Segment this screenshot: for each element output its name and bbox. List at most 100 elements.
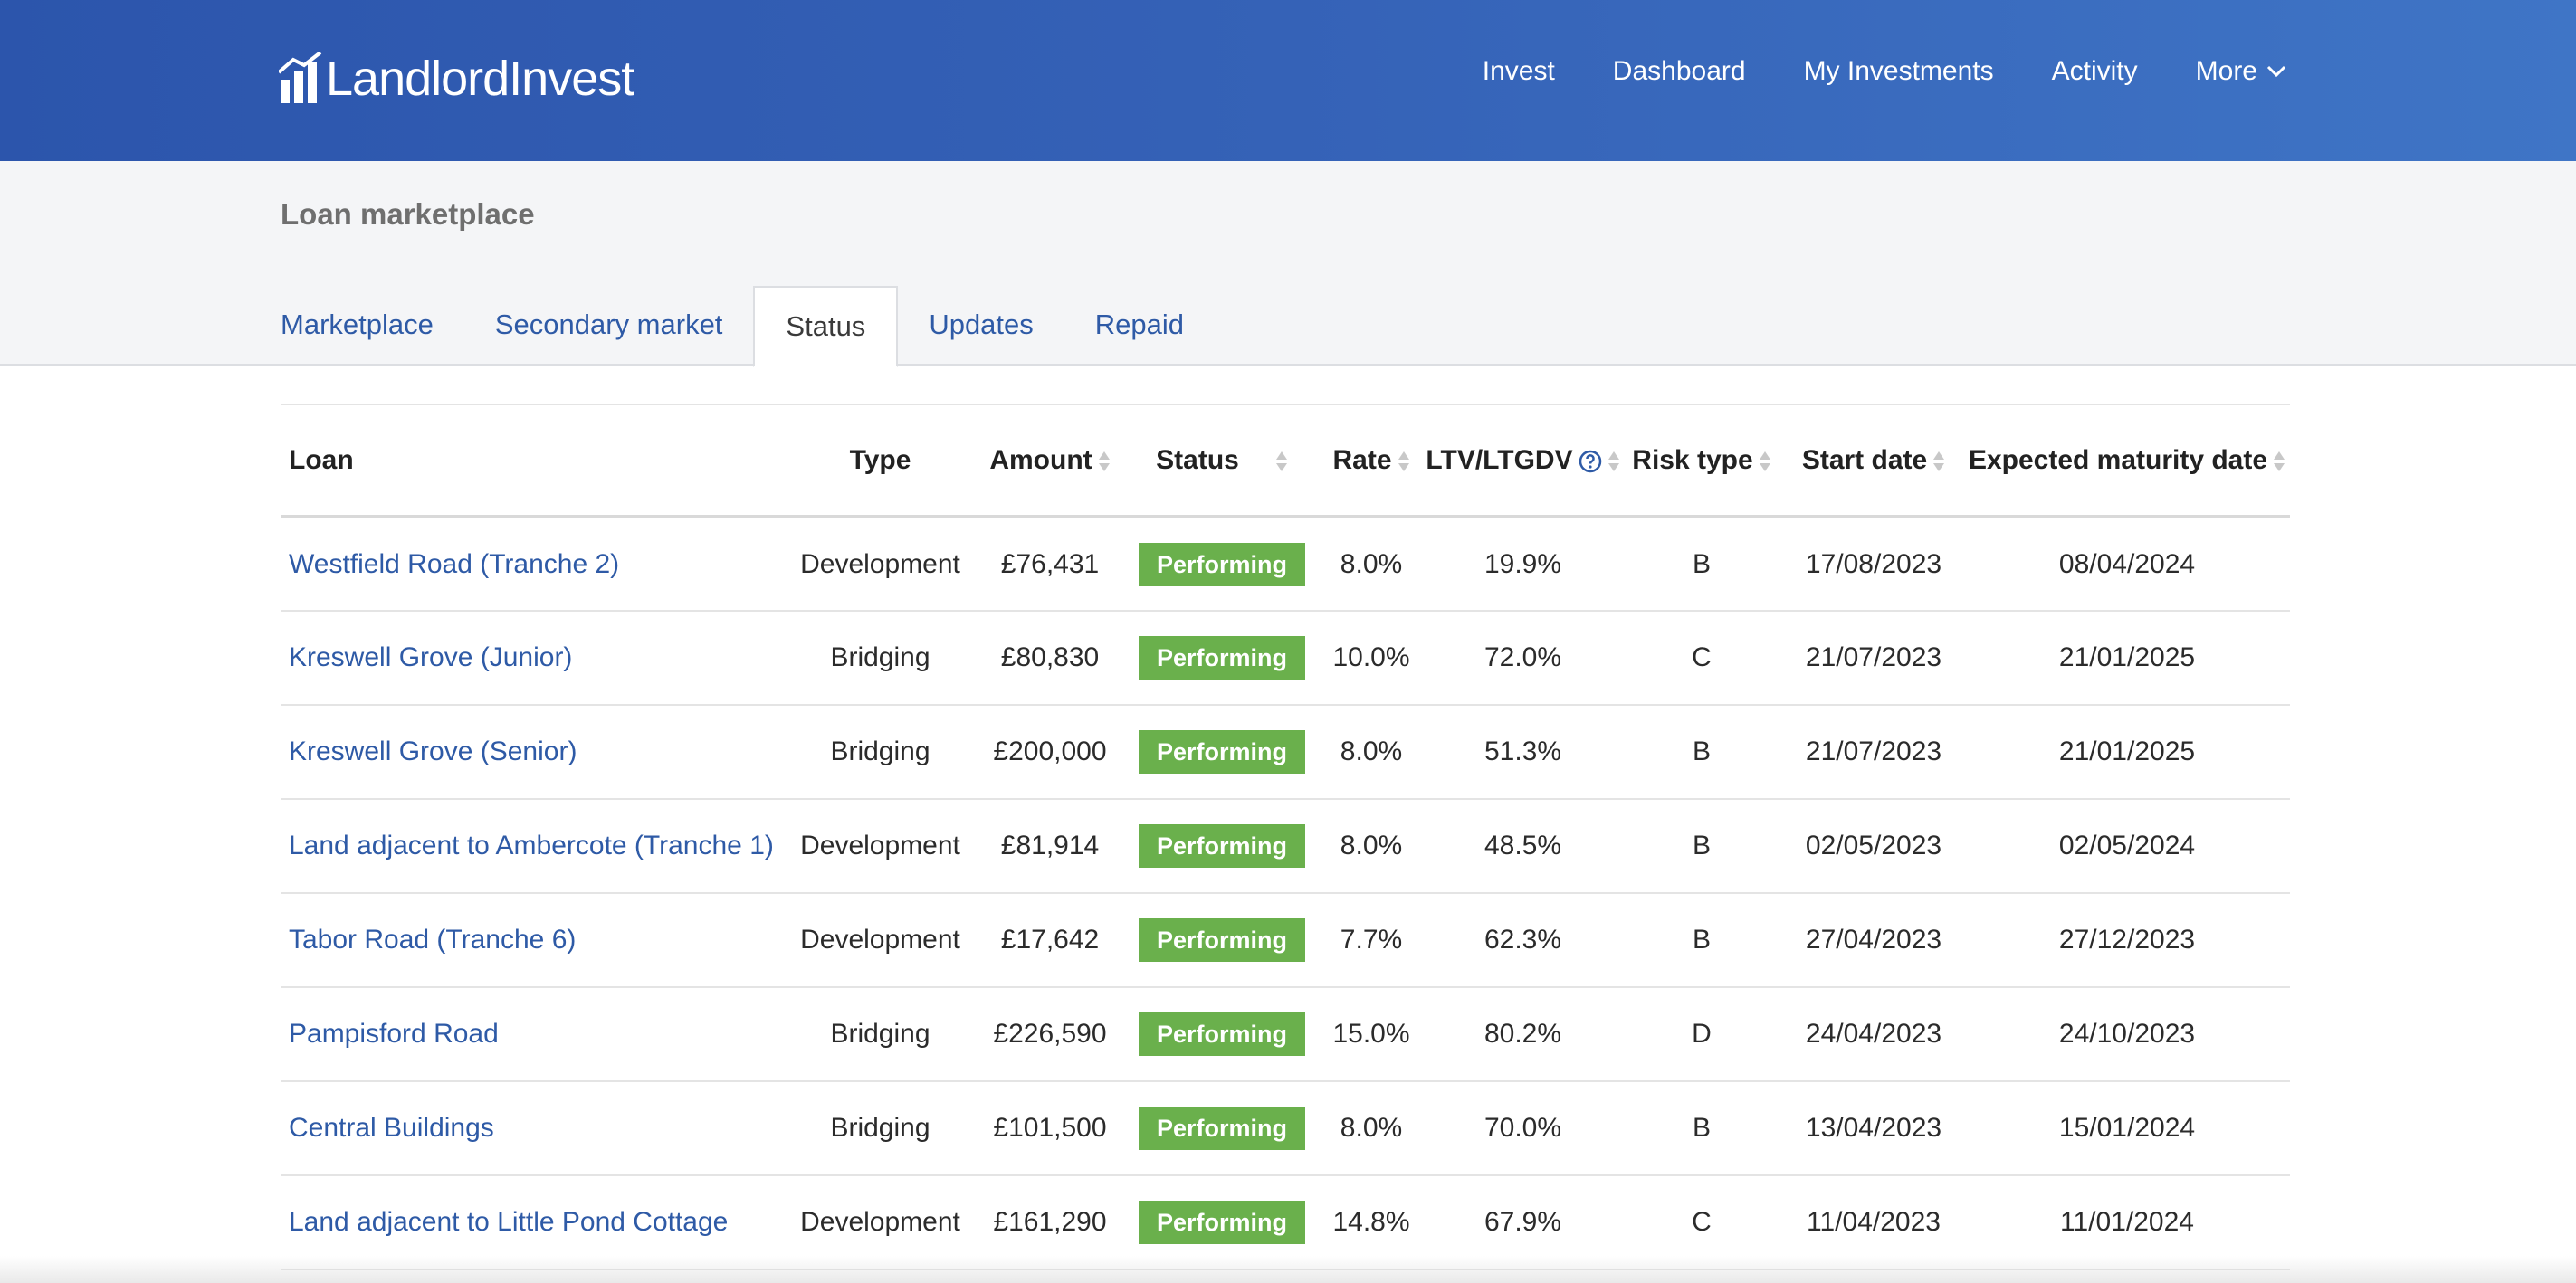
loan-name-link[interactable]: Pampisford Road	[281, 987, 787, 1082]
sort-icon[interactable]	[1098, 450, 1111, 473]
loan-amount: £80,830	[973, 611, 1127, 706]
main-nav: Invest Dashboard My Investments Activity…	[1425, 56, 2286, 87]
column-header-risk-type[interactable]: Risk type	[1620, 404, 1783, 518]
loan-type: Bridging	[787, 987, 973, 1082]
column-header-expected-maturity-date[interactable]: Expected maturity date	[1964, 404, 2290, 518]
loan-type: Bridging	[787, 705, 973, 800]
loan-risk-type: B	[1620, 1081, 1783, 1176]
nav-activity-label: Activity	[2051, 56, 2138, 86]
column-header-ltv[interactable]: LTV/LTGDV	[1426, 404, 1620, 518]
loan-name-link[interactable]: Kreswell Grove (Senior)	[281, 705, 787, 800]
loan-name-link[interactable]: Central Buildings	[281, 1081, 787, 1176]
status-badge: Performing	[1138, 918, 1306, 962]
sort-icon[interactable]	[1275, 450, 1288, 473]
loan-name-link[interactable]: Tabor Road (Tranche 6)	[281, 893, 787, 988]
status-badge: Performing	[1138, 636, 1306, 680]
table-row: Westfield Road (Tranche 2) Development £…	[281, 517, 2290, 612]
loan-expected-maturity-date: 24/10/2023	[1964, 987, 2290, 1082]
column-header-type: Type	[787, 404, 973, 518]
loan-status-cell: Performing	[1127, 1175, 1317, 1270]
question-circle-icon[interactable]	[1579, 450, 1602, 473]
loan-start-date: 27/04/2023	[1783, 893, 1964, 988]
loan-amount: £161,290	[973, 1175, 1127, 1270]
loan-start-date: 24/04/2023	[1783, 987, 1964, 1082]
sort-icon[interactable]	[1759, 450, 1771, 473]
table-row: Kreswell Grove (Junior) Bridging £80,830…	[281, 611, 2290, 706]
loan-rate: 10.0%	[1317, 611, 1426, 706]
loan-risk-type: B	[1620, 893, 1783, 988]
loan-status-cell: Performing	[1127, 705, 1317, 800]
nav-more-dropdown[interactable]: More	[2196, 56, 2286, 87]
nav-invest[interactable]: Invest	[1483, 56, 1555, 87]
loan-name-link[interactable]: Westfield Road (Tranche 2)	[281, 517, 787, 612]
status-badge: Performing	[1138, 542, 1306, 586]
brand-logo[interactable]: LandlordInvest	[279, 49, 634, 103]
loan-rate: 8.0%	[1317, 799, 1426, 894]
loan-ltv: 80.2%	[1426, 987, 1620, 1082]
nav-dashboard-label: Dashboard	[1612, 56, 1746, 86]
column-header-status[interactable]: Status	[1127, 404, 1317, 518]
loan-expected-maturity-date: 15/01/2024	[1964, 1081, 2290, 1176]
loan-name-link[interactable]: Kreswell Grove (Junior)	[281, 611, 787, 706]
status-badge: Performing	[1138, 1012, 1306, 1056]
bar-chart-icon	[279, 52, 322, 103]
page-header: Loan marketplace Marketplace Secondary m…	[0, 161, 2576, 367]
nav-my-investments[interactable]: My Investments	[1804, 56, 1994, 87]
column-header-start-date[interactable]: Start date	[1783, 404, 1964, 518]
loan-ltv: 19.9%	[1426, 517, 1620, 612]
tab-marketplace[interactable]: Marketplace	[281, 286, 464, 366]
tab-secondary-market[interactable]: Secondary market	[464, 286, 754, 366]
loan-rate: 14.8%	[1317, 1175, 1426, 1270]
loan-start-date: 17/08/2023	[1783, 517, 1964, 612]
column-header-amount[interactable]: Amount	[973, 404, 1127, 518]
loan-amount: £200,000	[973, 705, 1127, 800]
loan-start-date: 21/07/2023	[1783, 705, 1964, 800]
loan-name-link[interactable]: Land adjacent to Little Pond Cottage	[281, 1175, 787, 1270]
loan-risk-type: B	[1620, 799, 1783, 894]
nav-more-label: More	[2195, 56, 2257, 86]
status-badge: Performing	[1138, 730, 1306, 774]
loan-ltv: 72.0%	[1426, 611, 1620, 706]
loan-type: Development	[787, 893, 973, 988]
sort-icon[interactable]	[1932, 450, 1945, 473]
nav-dashboard[interactable]: Dashboard	[1613, 56, 1746, 87]
table-row: Central Buildings Bridging £101,500 Perf…	[281, 1081, 2290, 1176]
loan-rate: 8.0%	[1317, 1081, 1426, 1176]
loan-expected-maturity-date: 27/12/2023	[1964, 893, 2290, 988]
nav-activity[interactable]: Activity	[2052, 56, 2138, 87]
loan-risk-type: C	[1620, 611, 1783, 706]
loan-start-date: 13/04/2023	[1783, 1081, 1964, 1176]
loan-risk-type: D	[1620, 987, 1783, 1082]
loan-type: Development	[787, 799, 973, 894]
loan-expected-maturity-date: 11/01/2024	[1964, 1175, 2290, 1270]
loan-start-date: 11/04/2023	[1783, 1175, 1964, 1270]
loan-amount: £101,500	[973, 1081, 1127, 1176]
loan-ltv: 67.9%	[1426, 1175, 1620, 1270]
loan-risk-type: C	[1620, 1175, 1783, 1270]
sort-icon[interactable]	[2273, 450, 2285, 473]
loan-rate: 8.0%	[1317, 705, 1426, 800]
loans-table-container: Loan Type Amount Status Rate LTV/LTGDV R…	[281, 404, 2290, 1270]
loan-status-cell: Performing	[1127, 799, 1317, 894]
loan-expected-maturity-date: 02/05/2024	[1964, 799, 2290, 894]
column-header-loan: Loan	[281, 404, 787, 518]
loan-expected-maturity-date: 08/04/2024	[1964, 517, 2290, 612]
loan-name-link[interactable]: Land adjacent to Ambercote (Tranche 1)	[281, 799, 787, 894]
loan-rate: 7.7%	[1317, 893, 1426, 988]
loan-amount: £81,914	[973, 799, 1127, 894]
tab-bar: Marketplace Secondary market Status Upda…	[281, 286, 1215, 367]
tab-updates[interactable]: Updates	[898, 286, 1064, 366]
loan-type: Development	[787, 1175, 973, 1270]
sort-icon[interactable]	[1608, 450, 1620, 473]
loan-type: Bridging	[787, 1081, 973, 1176]
sort-icon[interactable]	[1398, 450, 1410, 473]
nav-my-investments-label: My Investments	[1803, 56, 1994, 86]
top-navigation-bar: LandlordInvest Invest Dashboard My Inves…	[0, 0, 2576, 161]
tab-repaid[interactable]: Repaid	[1064, 286, 1215, 366]
loan-type: Development	[787, 517, 973, 612]
tab-status[interactable]: Status	[753, 286, 899, 367]
table-row: Land adjacent to Little Pond Cottage Dev…	[281, 1175, 2290, 1270]
loan-ltv: 70.0%	[1426, 1081, 1620, 1176]
table-row: Kreswell Grove (Senior) Bridging £200,00…	[281, 705, 2290, 800]
column-header-rate[interactable]: Rate	[1317, 404, 1426, 518]
